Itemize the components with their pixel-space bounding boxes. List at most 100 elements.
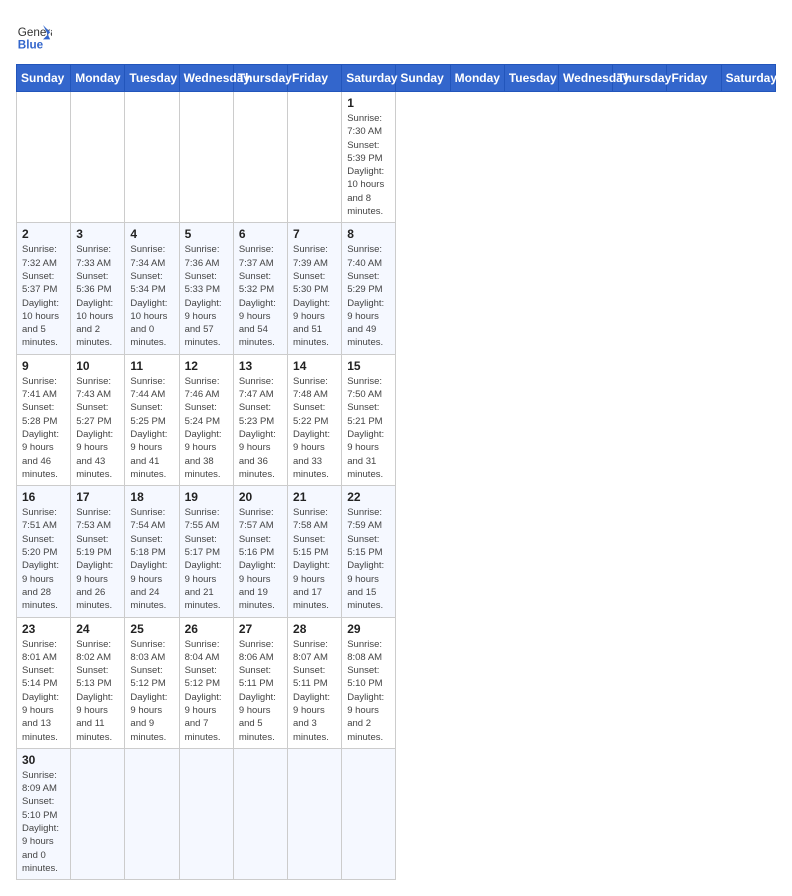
cell-info: Sunrise: 8:01 AM Sunset: 5:14 PM Dayligh… (22, 638, 65, 744)
calendar-cell: 29 Sunrise: 8:08 AM Sunset: 5:10 PM Dayli… (342, 617, 396, 748)
svg-text:Blue: Blue (18, 38, 44, 51)
day-number: 21 (293, 490, 336, 504)
cell-info: Sunrise: 7:59 AM Sunset: 5:15 PM Dayligh… (347, 506, 390, 612)
col-header-sunday: Sunday (17, 65, 71, 92)
cell-info: Sunrise: 7:51 AM Sunset: 5:20 PM Dayligh… (22, 506, 65, 612)
day-number: 14 (293, 359, 336, 373)
calendar-cell: 6Sunrise: 7:37 AM Sunset: 5:32 PM Daylig… (233, 223, 287, 354)
day-number: 22 (347, 490, 390, 504)
cell-info: Sunrise: 7:48 AM Sunset: 5:22 PM Dayligh… (293, 375, 336, 481)
calendar-cell: 10 Sunrise: 7:43 AM Sunset: 5:27 PM Dayli… (71, 354, 125, 485)
cell-info: Sunrise: 7:30 AM Sunset: 5:39 PM Dayligh… (347, 112, 390, 218)
cell-info: Sunrise: 7:53 AM Sunset: 5:19 PM Dayligh… (76, 506, 119, 612)
day-number: 8 (347, 227, 390, 241)
day-number: 28 (293, 622, 336, 636)
cell-info: Sunrise: 7:40 AM Sunset: 5:29 PM Dayligh… (347, 243, 390, 349)
calendar-cell (233, 92, 287, 223)
day-number: 19 (185, 490, 228, 504)
day-number: 26 (185, 622, 228, 636)
calendar-cell: 14 Sunrise: 7:48 AM Sunset: 5:22 PM Dayli… (288, 354, 342, 485)
day-number: 13 (239, 359, 282, 373)
calendar-cell: 12 Sunrise: 7:46 AM Sunset: 5:24 PM Dayli… (179, 354, 233, 485)
logo: General Blue (16, 16, 56, 52)
calendar-cell: 16 Sunrise: 7:51 AM Sunset: 5:20 PM Dayli… (17, 486, 71, 617)
calendar-cell: 30 Sunrise: 8:09 AM Sunset: 5:10 PM Dayli… (17, 748, 71, 879)
calendar-cell (233, 748, 287, 879)
day-number: 27 (239, 622, 282, 636)
day-number: 30 (22, 753, 65, 767)
col-header-friday: Friday (667, 65, 721, 92)
cell-info: Sunrise: 7:37 AM Sunset: 5:32 PM Dayligh… (239, 243, 282, 349)
calendar-cell: 19 Sunrise: 7:55 AM Sunset: 5:17 PM Dayli… (179, 486, 233, 617)
calendar-cell: 22 Sunrise: 7:59 AM Sunset: 5:15 PM Dayli… (342, 486, 396, 617)
col-header-saturday: Saturday (342, 65, 396, 92)
cell-info: Sunrise: 8:04 AM Sunset: 5:12 PM Dayligh… (185, 638, 228, 744)
cell-info: Sunrise: 7:58 AM Sunset: 5:15 PM Dayligh… (293, 506, 336, 612)
cell-info: Sunrise: 8:02 AM Sunset: 5:13 PM Dayligh… (76, 638, 119, 744)
cell-info: Sunrise: 8:09 AM Sunset: 5:10 PM Dayligh… (22, 769, 65, 875)
cell-info: Sunrise: 7:46 AM Sunset: 5:24 PM Dayligh… (185, 375, 228, 481)
day-number: 24 (76, 622, 119, 636)
day-number: 1 (347, 96, 390, 110)
header-row: SundayMondayTuesdayWednesdayThursdayFrid… (17, 65, 776, 92)
calendar-cell: 13 Sunrise: 7:47 AM Sunset: 5:23 PM Dayli… (233, 354, 287, 485)
col-header-wednesday: Wednesday (179, 65, 233, 92)
calendar-cell: 2Sunrise: 7:32 AM Sunset: 5:37 PM Daylig… (17, 223, 71, 354)
cell-info: Sunrise: 7:47 AM Sunset: 5:23 PM Dayligh… (239, 375, 282, 481)
cell-info: Sunrise: 7:55 AM Sunset: 5:17 PM Dayligh… (185, 506, 228, 612)
calendar-cell (288, 748, 342, 879)
calendar-cell (71, 748, 125, 879)
col-header-sunday: Sunday (396, 65, 450, 92)
cell-info: Sunrise: 7:33 AM Sunset: 5:36 PM Dayligh… (76, 243, 119, 349)
calendar-cell (125, 92, 179, 223)
day-number: 18 (130, 490, 173, 504)
calendar-cell: 1 Sunrise: 7:30 AM Sunset: 5:39 PM Daylig… (342, 92, 396, 223)
cell-info: Sunrise: 7:36 AM Sunset: 5:33 PM Dayligh… (185, 243, 228, 349)
calendar-cell: 4Sunrise: 7:34 AM Sunset: 5:34 PM Daylig… (125, 223, 179, 354)
day-number: 4 (130, 227, 173, 241)
calendar-cell: 25Sunrise: 8:03 AM Sunset: 5:12 PM Dayli… (125, 617, 179, 748)
col-header-monday: Monday (71, 65, 125, 92)
cell-info: Sunrise: 7:43 AM Sunset: 5:27 PM Dayligh… (76, 375, 119, 481)
cell-info: Sunrise: 7:57 AM Sunset: 5:16 PM Dayligh… (239, 506, 282, 612)
calendar-cell: 21 Sunrise: 7:58 AM Sunset: 5:15 PM Dayli… (288, 486, 342, 617)
col-header-saturday: Saturday (721, 65, 775, 92)
day-number: 10 (76, 359, 119, 373)
cell-info: Sunrise: 8:08 AM Sunset: 5:10 PM Dayligh… (347, 638, 390, 744)
day-number: 17 (76, 490, 119, 504)
calendar-cell: 5Sunrise: 7:36 AM Sunset: 5:33 PM Daylig… (179, 223, 233, 354)
calendar-cell: 24 Sunrise: 8:02 AM Sunset: 5:13 PM Dayli… (71, 617, 125, 748)
cell-info: Sunrise: 8:06 AM Sunset: 5:11 PM Dayligh… (239, 638, 282, 744)
day-number: 25 (130, 622, 173, 636)
day-number: 3 (76, 227, 119, 241)
calendar-cell: 8 Sunrise: 7:40 AM Sunset: 5:29 PM Daylig… (342, 223, 396, 354)
day-number: 23 (22, 622, 65, 636)
day-number: 12 (185, 359, 228, 373)
calendar-cell (288, 92, 342, 223)
calendar-cell: 3 Sunrise: 7:33 AM Sunset: 5:36 PM Daylig… (71, 223, 125, 354)
day-number: 7 (293, 227, 336, 241)
day-number: 29 (347, 622, 390, 636)
col-header-thursday: Thursday (613, 65, 667, 92)
day-number: 20 (239, 490, 282, 504)
col-header-tuesday: Tuesday (125, 65, 179, 92)
cell-info: Sunrise: 7:50 AM Sunset: 5:21 PM Dayligh… (347, 375, 390, 481)
day-number: 9 (22, 359, 65, 373)
calendar-cell: 23 Sunrise: 8:01 AM Sunset: 5:14 PM Dayli… (17, 617, 71, 748)
calendar-cell (342, 748, 396, 879)
calendar-cell: 20 Sunrise: 7:57 AM Sunset: 5:16 PM Dayli… (233, 486, 287, 617)
calendar-cell (125, 748, 179, 879)
day-number: 2 (22, 227, 65, 241)
calendar-cell (179, 92, 233, 223)
calendar-cell: 17 Sunrise: 7:53 AM Sunset: 5:19 PM Dayli… (71, 486, 125, 617)
col-header-wednesday: Wednesday (559, 65, 613, 92)
col-header-thursday: Thursday (233, 65, 287, 92)
cell-info: Sunrise: 7:44 AM Sunset: 5:25 PM Dayligh… (130, 375, 173, 481)
col-header-monday: Monday (450, 65, 504, 92)
calendar-cell: 15Sunrise: 7:50 AM Sunset: 5:21 PM Dayli… (342, 354, 396, 485)
calendar-cell: 7Sunrise: 7:39 AM Sunset: 5:30 PM Daylig… (288, 223, 342, 354)
cell-info: Sunrise: 7:54 AM Sunset: 5:18 PM Dayligh… (130, 506, 173, 612)
calendar-cell (17, 92, 71, 223)
calendar-cell (179, 748, 233, 879)
day-number: 16 (22, 490, 65, 504)
